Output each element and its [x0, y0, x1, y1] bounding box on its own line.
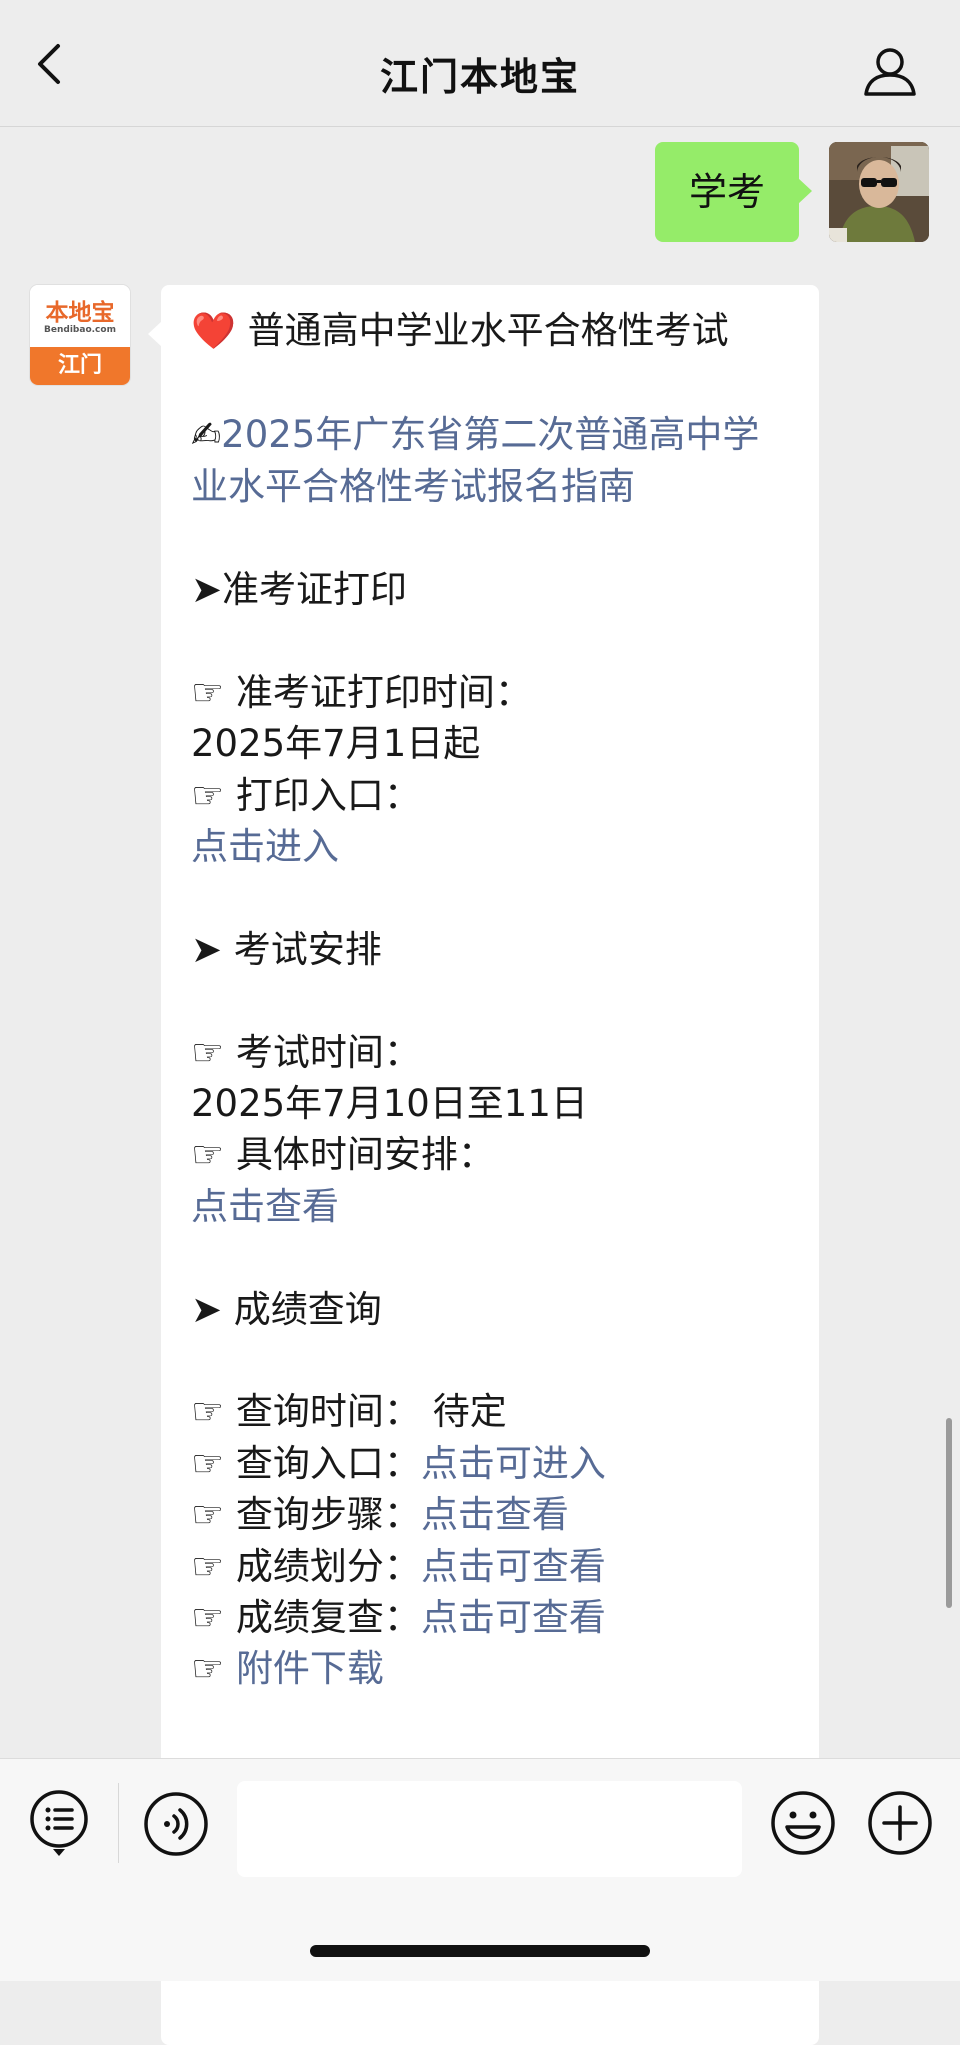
user-avatar-image [829, 142, 929, 242]
score-grading-link[interactable]: 点击可查看 [421, 1545, 606, 1588]
menu-button[interactable] [28, 1789, 90, 1859]
print-entry-label: ☞ 打印入口： [191, 773, 421, 817]
user-profile-icon [864, 48, 916, 96]
page-title: 江门本地宝 [379, 55, 580, 99]
heart-icon: ❤️ [191, 311, 236, 352]
emoji-icon [771, 1791, 835, 1855]
score-item: ☞ 查询步骤：点击查看 [191, 1489, 791, 1540]
score-item: ☞ 查询入口：点击可进入 [191, 1438, 791, 1489]
sender-logo-url: Bendibao.com [44, 325, 116, 335]
query-steps-link[interactable]: 点击查看 [421, 1493, 569, 1536]
voice-button[interactable] [143, 1791, 209, 1857]
scrollbar[interactable] [946, 1418, 952, 1608]
plus-button[interactable] [866, 1789, 934, 1857]
score-item: ☞ 成绩划分：点击可查看 [191, 1541, 791, 1592]
sender-logo-text: 本地宝 [45, 299, 115, 326]
score-item-label: ☞ [191, 1647, 236, 1691]
schedule-link[interactable]: 点击查看 [191, 1185, 339, 1228]
score-item-label: ☞ 查询时间： [191, 1390, 421, 1434]
divider [118, 1783, 119, 1863]
outgoing-message-bubble[interactable]: 学考 [655, 142, 812, 242]
sender-avatar[interactable]: 本地宝 Bendibao.com 江门 [30, 285, 130, 385]
guide-link[interactable]: 2025年广东省第二次普通高中学业水平合格性考试报名指南 [191, 413, 759, 508]
message-input[interactable] [237, 1781, 742, 1877]
emoji-button[interactable] [769, 1789, 837, 1857]
attachment-download-link[interactable]: 附件下载 [236, 1647, 384, 1690]
score-item-label: ☞ 查询入口： [191, 1441, 421, 1485]
print-entry-link[interactable]: 点击进入 [191, 825, 339, 868]
home-indicator[interactable] [310, 1945, 650, 1957]
score-item: ☞ 查询时间： 待定 [191, 1386, 791, 1437]
query-time-value: 待定 [420, 1390, 507, 1434]
message-content: ❤️ 普通高中学业水平合格性考试 ✍2025年广东省第二次普通高中学业水平合格性… [191, 305, 791, 1695]
score-item-label: ☞ 成绩划分： [191, 1544, 421, 1588]
user-avatar[interactable] [829, 142, 929, 242]
nav-header: 江门本地宝 [0, 0, 960, 127]
print-time-value: 2025年7月1日起 [191, 722, 481, 766]
section-title-score-query: ➤ 成绩查询 [191, 1287, 382, 1331]
plus-icon [868, 1791, 932, 1855]
score-item-label: ☞ 查询步骤： [191, 1493, 421, 1537]
sender-logo-city: 江门 [30, 347, 130, 385]
chat-input-bar [0, 1758, 960, 1981]
schedule-label: ☞ 具体时间安排： [191, 1133, 495, 1177]
guide-line: ✍2025年广东省第二次普通高中学业水平合格性考试报名指南 [191, 409, 791, 513]
section-title-exam-schedule: ➤ 考试安排 [191, 927, 382, 971]
writing-hand-icon: ✍ [191, 414, 222, 456]
menu-list-icon [30, 1790, 88, 1856]
exam-time-label: ☞ 考试时间： [191, 1030, 421, 1074]
query-entry-link[interactable]: 点击可进入 [421, 1442, 606, 1485]
heading-text: 普通高中学业水平合格性考试 [247, 309, 729, 352]
score-item-label: ☞ 成绩复查： [191, 1596, 421, 1640]
message-heading: ❤️ 普通高中学业水平合格性考试 [191, 305, 791, 357]
profile-button[interactable] [862, 46, 918, 98]
voice-icon [144, 1792, 208, 1856]
score-review-link[interactable]: 点击可查看 [421, 1596, 606, 1639]
score-item: ☞ 附件下载 [191, 1643, 791, 1694]
section-title-admission-ticket: ➤准考证打印 [191, 568, 408, 611]
exam-time-value: 2025年7月10日至11日 [191, 1082, 588, 1126]
score-item: ☞ 成绩复查：点击可查看 [191, 1592, 791, 1643]
print-time-label: ☞ 准考证打印时间： [191, 670, 532, 714]
